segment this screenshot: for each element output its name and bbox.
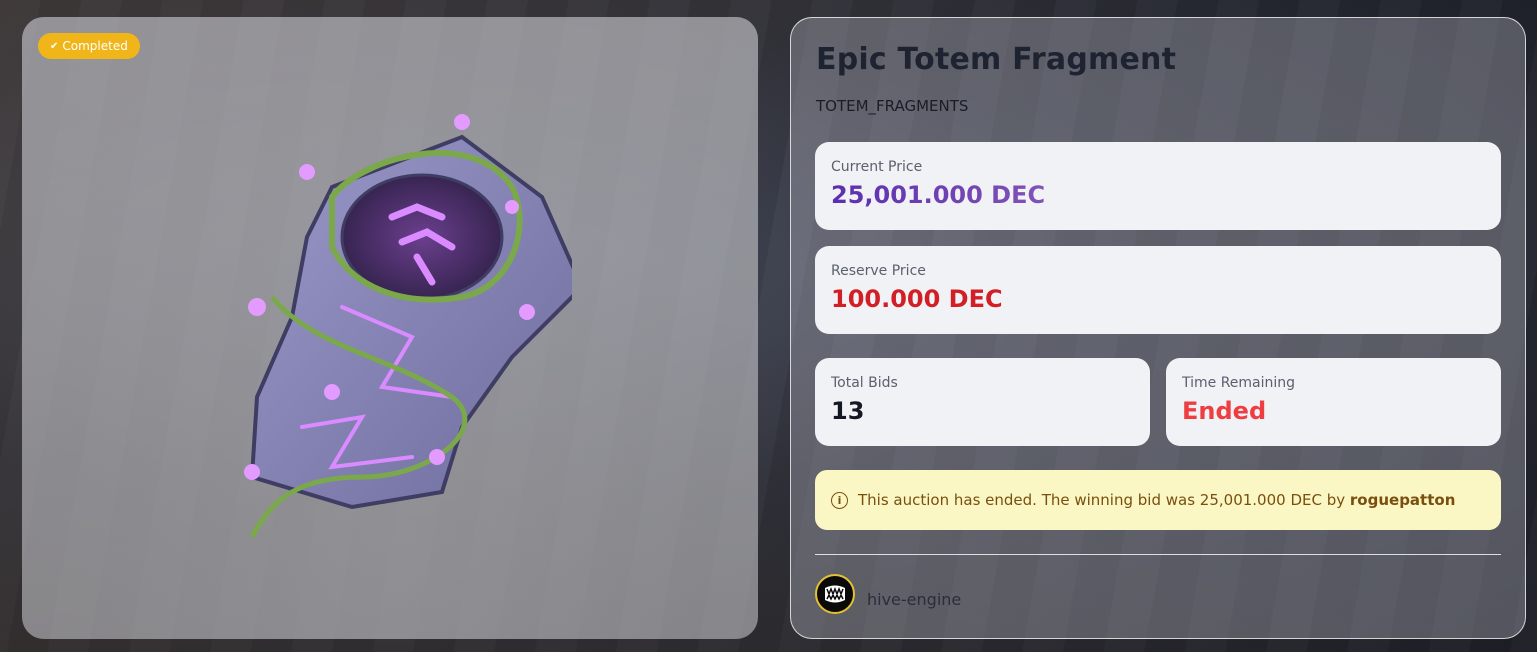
status-badge-label: Completed [62, 39, 128, 53]
auction-ended-alert: i This auction has ended. The winning bi… [815, 470, 1501, 530]
reserve-price-value: 100.000 DEC [831, 285, 1003, 313]
avatar[interactable] [815, 574, 855, 614]
totem-fragment-artwork [244, 114, 572, 539]
current-price-label: Current Price [831, 159, 923, 175]
monster-mouth-icon [825, 585, 845, 603]
total-bids-card: Total Bids 13 [815, 358, 1150, 446]
total-bids-value: 13 [831, 397, 865, 425]
time-remaining-label: Time Remaining [1182, 375, 1296, 391]
time-remaining-value: Ended [1182, 397, 1267, 425]
current-price-card: Current Price 25,001.000 DEC [815, 142, 1501, 230]
auction-info-panel: Epic Totem Fragment TOTEM_FRAGMENTS Curr… [790, 17, 1526, 639]
current-price-value: 25,001.000 DEC [831, 181, 1485, 209]
item-category: TOTEM_FRAGMENTS [816, 97, 969, 115]
alert-message: This auction has ended. The winning bid … [858, 491, 1455, 509]
winner-name[interactable]: roguepatton [1350, 491, 1455, 509]
seller-name[interactable]: hive-engine [867, 590, 961, 609]
reserve-price-card: Reserve Price 100.000 DEC [815, 246, 1501, 334]
alert-text: This auction has ended. The winning bid … [858, 491, 1346, 509]
total-bids-label: Total Bids [831, 375, 898, 391]
item-image-panel: ✔ Completed [22, 17, 758, 639]
info-icon: i [831, 491, 848, 509]
reserve-price-label: Reserve Price [831, 263, 926, 279]
status-badge: ✔ Completed [38, 33, 140, 59]
item-title: Epic Totem Fragment [816, 42, 1177, 77]
divider [815, 554, 1501, 555]
check-icon: ✔ [50, 40, 59, 52]
time-remaining-card: Time Remaining Ended [1166, 358, 1501, 446]
seller-info[interactable]: hive-engine [815, 574, 961, 614]
